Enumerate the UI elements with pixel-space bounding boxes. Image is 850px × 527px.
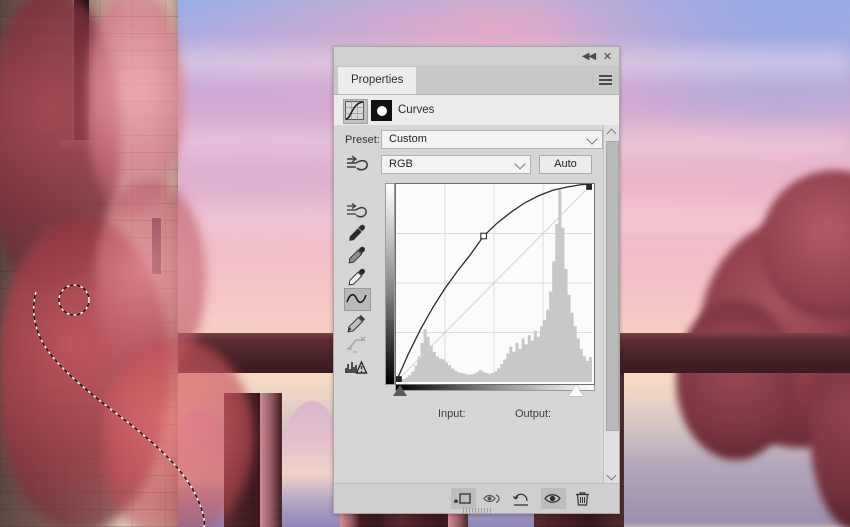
smooth-curve-tool[interactable] [344,334,369,355]
properties-panel: ◀◀ ✕ Properties Curves Preset: Custom RG… [333,46,620,514]
curve-smoothing-icon[interactable] [344,153,372,175]
white-point-slider[interactable] [569,385,583,396]
curves-tool-rail [344,200,371,378]
toggle-layer-visibility-button[interactable] [541,488,566,509]
double-chevron-left-icon[interactable]: ◀◀ [581,50,596,64]
reset-adjustment-button[interactable] [511,488,536,509]
delete-adjustment-layer-button[interactable] [571,488,596,509]
hamburger-menu-icon[interactable] [599,75,612,85]
output-gradient-bar [385,183,395,385]
on-image-adjust-tool[interactable] [344,200,369,221]
scrollbar-thumb[interactable] [606,141,619,431]
output-label: Output: [515,408,552,420]
preset-row: Preset: Custom [334,130,603,152]
input-output-row: Input: Output: [395,408,595,424]
panel-scrollbar[interactable] [603,125,619,483]
preset-label: Preset: [345,134,380,146]
clip-to-layer-button[interactable] [451,488,476,509]
preset-value: Custom [389,133,427,145]
ivy-foliage [104,340,254,527]
channel-row: RGB Auto [334,155,603,177]
tab-properties[interactable]: Properties [338,67,417,94]
curves-graph [385,183,595,399]
chevron-down-icon[interactable] [604,469,619,483]
black-point-slider[interactable] [393,385,407,396]
white-point-eyedropper[interactable] [344,266,369,287]
panel-title-bar: ◀◀ ✕ [334,47,619,67]
panel-tab-strip: Properties [334,67,619,95]
histogram-warning-icon[interactable] [344,356,369,377]
layer-mask-thumbnail-icon[interactable] [371,100,392,121]
input-label: Input: [438,408,466,420]
auto-button[interactable]: Auto [539,155,592,174]
view-previous-state-button[interactable] [481,488,506,509]
black-point-eyedropper[interactable] [344,222,369,243]
panel-footer-toolbar [334,483,619,513]
curves-plot-area[interactable] [395,183,595,385]
curve-plot-svg[interactable] [396,184,593,383]
adjustment-title: Curves [398,104,435,116]
close-icon[interactable]: ✕ [600,50,615,64]
adjustment-header: Curves [334,95,619,127]
chevron-down-icon [514,158,526,170]
pencil-draw-tool[interactable] [344,312,369,333]
photoshop-canvas-screenshot: ◀◀ ✕ Properties Curves Preset: Custom RG… [0,0,850,527]
preset-dropdown[interactable]: Custom [381,130,603,149]
chevron-down-icon [586,133,598,145]
curve-point-tool[interactable] [344,288,371,311]
chevron-up-icon[interactable] [604,125,619,139]
channel-value: RGB [389,158,413,170]
panel-resize-grip[interactable] [462,508,491,513]
curves-adjustment-icon[interactable] [343,99,368,124]
channel-dropdown[interactable]: RGB [381,155,531,174]
panel-body: Preset: Custom RGB Auto Input: Output: [334,125,619,483]
gray-point-eyedropper[interactable] [344,244,369,265]
